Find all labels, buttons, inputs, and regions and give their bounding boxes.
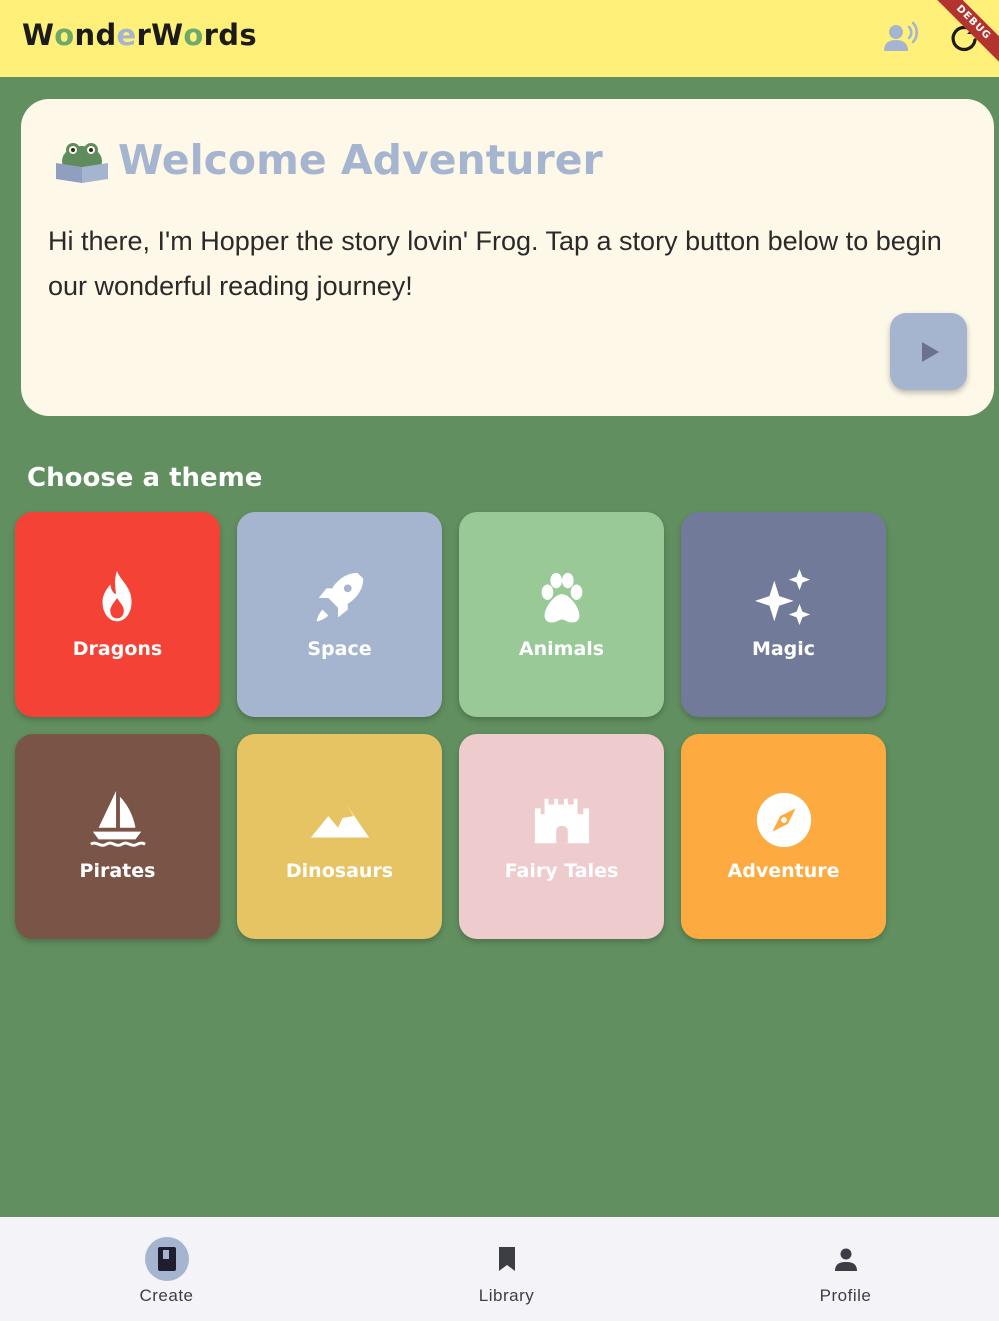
theme-tile-fairy-tales[interactable]: Fairy Tales	[459, 734, 664, 939]
welcome-message: Hi there, I'm Hopper the story lovin' Fr…	[48, 226, 942, 301]
play-icon	[921, 341, 939, 362]
nav-indicator	[145, 1237, 189, 1281]
sparkles-icon	[754, 568, 811, 626]
theme-label: Dinosaurs	[285, 860, 394, 882]
rocket-icon	[316, 572, 364, 622]
nav-label: Profile	[819, 1286, 872, 1305]
theme-label: Dragons	[72, 638, 163, 660]
theme-tile-pirates[interactable]: Pirates	[15, 734, 220, 939]
nav-indicator	[824, 1237, 868, 1281]
nav-item-profile[interactable]: Profile	[679, 1217, 999, 1321]
theme-tile-space[interactable]: Space	[237, 512, 442, 717]
logo-letter: W	[151, 18, 184, 52]
voice-button[interactable]	[878, 14, 926, 62]
castle-icon	[534, 798, 590, 844]
nav-indicator	[485, 1237, 529, 1281]
logo-letter: o	[183, 18, 204, 52]
logo-letter: r	[136, 18, 152, 52]
logo-letter: o	[54, 18, 75, 52]
play-button[interactable]	[890, 313, 967, 390]
logo-letter: e	[116, 18, 137, 52]
theme-tile-animals[interactable]: Animals	[459, 512, 664, 717]
logo-letter: W	[22, 18, 55, 52]
logo-letter: n	[74, 18, 96, 52]
logo-letter: d	[95, 18, 117, 52]
welcome-title: Welcome Adventurer	[118, 136, 603, 184]
theme-label: Space	[307, 638, 372, 660]
theme-label: Fairy Tales	[504, 860, 619, 882]
theme-label: Pirates	[79, 860, 156, 882]
book-icon	[158, 1247, 176, 1271]
frog-reading-icon	[56, 143, 108, 183]
theme-tile-dragons[interactable]: Dragons	[15, 512, 220, 717]
logo-letter: d	[218, 18, 240, 52]
theme-tile-dinosaurs[interactable]: Dinosaurs	[237, 734, 442, 939]
person-icon	[835, 1248, 857, 1271]
mountains-icon	[310, 806, 370, 838]
logo-letter: s	[239, 18, 257, 52]
app-bar: WonderWords DEBUG	[0, 0, 999, 77]
fire-icon	[102, 570, 132, 622]
nav-item-library[interactable]: Library	[340, 1217, 673, 1321]
compass-icon	[756, 792, 812, 848]
theme-tile-magic[interactable]: Magic	[681, 512, 886, 717]
bookmark-icon	[499, 1247, 515, 1271]
theme-tile-adventure[interactable]: Adventure	[681, 734, 886, 939]
paw-icon	[541, 572, 583, 623]
theme-label: Magic	[751, 638, 816, 660]
nav-label: Create	[139, 1286, 194, 1305]
app-logo: WonderWords	[22, 18, 257, 52]
section-title: Choose a theme	[27, 463, 263, 493]
theme-label: Adventure	[727, 860, 840, 882]
bottom-navigation: Create Library Profile	[0, 1217, 999, 1321]
logo-letter: r	[203, 18, 219, 52]
record-voice-icon	[884, 21, 919, 51]
theme-label: Animals	[518, 638, 605, 660]
nav-item-create[interactable]: Create	[0, 1217, 333, 1321]
nav-label: Library	[478, 1286, 535, 1305]
sailboat-icon	[90, 790, 146, 847]
